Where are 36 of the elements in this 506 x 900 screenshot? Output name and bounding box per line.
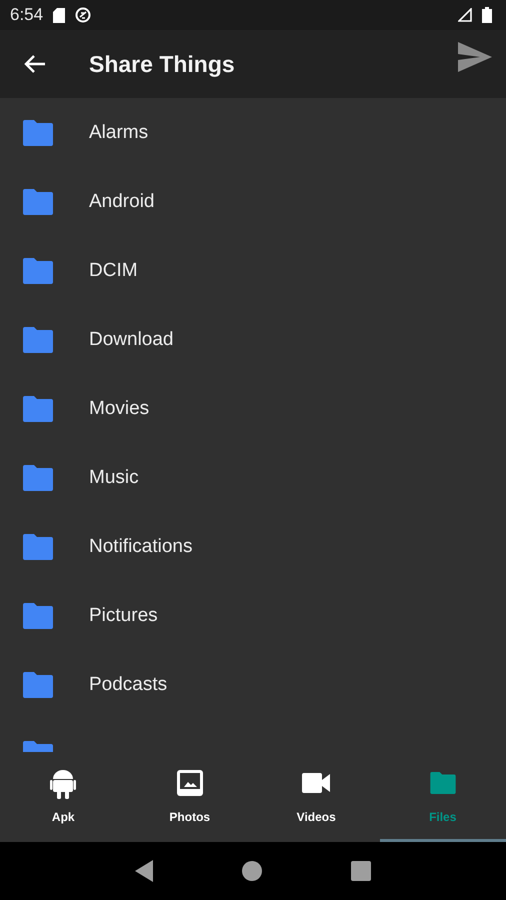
folder-item[interactable]: Notifications — [0, 512, 506, 581]
tab[interactable]: Videos — [253, 752, 380, 842]
folder-icon — [23, 464, 53, 490]
tab[interactable]: Photos — [126, 752, 253, 842]
home-icon[interactable] — [242, 861, 262, 881]
folder-item[interactable]: Android — [0, 167, 506, 236]
folder-item[interactable]: Download — [0, 305, 506, 374]
android-icon — [50, 767, 76, 799]
folder-icon — [23, 534, 53, 560]
folder-icon — [23, 120, 53, 146]
send-icon[interactable] — [458, 42, 492, 72]
folder-icon — [23, 326, 53, 352]
status-time: 6:54 — [10, 5, 44, 25]
folder-icon — [23, 396, 53, 422]
sd-card-icon — [53, 8, 66, 22]
folder-item[interactable]: Pictures — [0, 581, 506, 650]
app-title: Share Things — [89, 50, 235, 78]
folder-icon — [430, 772, 456, 794]
battery-icon — [482, 7, 492, 23]
video-camera-icon — [302, 773, 330, 793]
folder-item[interactable]: Alarms — [0, 98, 506, 167]
folder-item[interactable]: DCIM — [0, 236, 506, 305]
folder-icon — [23, 258, 53, 284]
recents-icon[interactable] — [351, 861, 372, 881]
folder-icon — [23, 188, 53, 214]
folder-icon — [23, 602, 53, 628]
folder-icon — [23, 672, 53, 698]
image-icon — [176, 770, 203, 796]
signal-icon — [458, 8, 472, 22]
back-icon[interactable] — [134, 860, 153, 882]
folder-item[interactable]: Music — [0, 443, 506, 512]
back-arrow-icon[interactable] — [24, 54, 46, 74]
tab[interactable]: Apk — [0, 752, 126, 842]
data-saver-icon — [75, 7, 92, 23]
folder-item[interactable]: Podcasts — [0, 650, 506, 719]
folder-item[interactable]: Movies — [0, 374, 506, 443]
